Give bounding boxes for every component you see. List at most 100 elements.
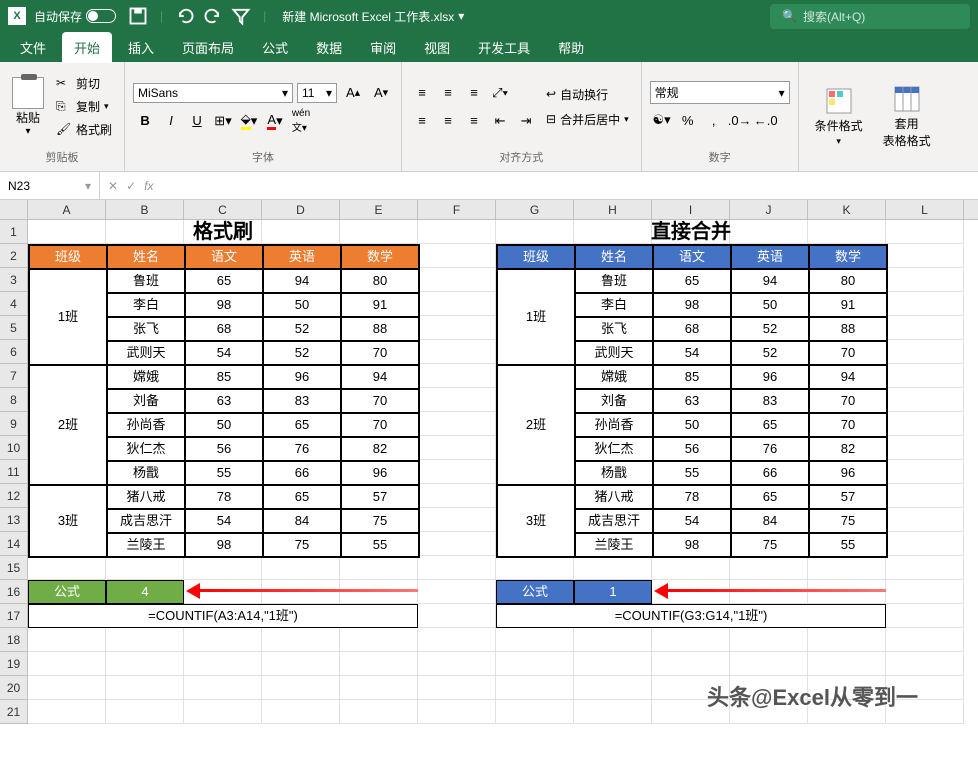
row-header-15[interactable]: 15	[0, 556, 27, 580]
menu-tab-文件[interactable]: 文件	[8, 32, 58, 63]
data-cell[interactable]: 98	[653, 533, 731, 557]
cell[interactable]	[418, 532, 496, 556]
cell[interactable]	[106, 652, 184, 676]
cell[interactable]	[886, 316, 964, 340]
data-cell[interactable]: 54	[185, 509, 263, 533]
data-cell[interactable]: 78	[185, 485, 263, 509]
data-cell[interactable]: 66	[731, 461, 809, 485]
align-right-icon[interactable]: ≡	[462, 109, 486, 133]
cell[interactable]	[886, 652, 964, 676]
data-cell[interactable]: 刘备	[575, 389, 653, 413]
data-cell[interactable]: 刘备	[107, 389, 185, 413]
merged-class-cell[interactable]: 2班	[497, 365, 575, 485]
cut-button[interactable]: ✂剪切	[52, 73, 116, 94]
increase-font-icon[interactable]: A▴	[341, 81, 365, 105]
confirm-formula-icon[interactable]: ✓	[126, 179, 136, 193]
menu-tab-数据[interactable]: 数据	[304, 32, 354, 63]
row-header-6[interactable]: 6	[0, 340, 27, 364]
data-cell[interactable]: 68	[185, 317, 263, 341]
data-cell[interactable]: 91	[809, 293, 887, 317]
cell[interactable]	[418, 628, 496, 652]
cell[interactable]	[418, 676, 496, 700]
data-cell[interactable]: 98	[653, 293, 731, 317]
data-cell[interactable]: 57	[809, 485, 887, 509]
cell[interactable]	[28, 676, 106, 700]
row-header-12[interactable]: 12	[0, 484, 27, 508]
cell[interactable]	[28, 556, 106, 580]
data-cell[interactable]: 75	[731, 533, 809, 557]
data-cell[interactable]: 63	[653, 389, 731, 413]
row-header-17[interactable]: 17	[0, 604, 27, 628]
merged-class-cell[interactable]: 3班	[497, 485, 575, 557]
data-cell[interactable]: 55	[185, 461, 263, 485]
table-header[interactable]: 班级	[29, 245, 107, 269]
cell[interactable]	[496, 652, 574, 676]
autosave-toggle[interactable]: 自动保存	[34, 8, 116, 25]
data-cell[interactable]: 94	[809, 365, 887, 389]
data-cell[interactable]: 84	[731, 509, 809, 533]
table-header[interactable]: 英语	[263, 245, 341, 269]
table-header[interactable]: 班级	[497, 245, 575, 269]
cell[interactable]	[340, 676, 418, 700]
cell[interactable]	[262, 628, 340, 652]
font-name-combo[interactable]: MiSans▾	[133, 83, 293, 103]
cell[interactable]	[886, 388, 964, 412]
data-cell[interactable]: 55	[653, 461, 731, 485]
data-cell[interactable]: 鲁班	[575, 269, 653, 293]
data-cell[interactable]: 嫦娥	[575, 365, 653, 389]
data-cell[interactable]: 鲁班	[107, 269, 185, 293]
data-cell[interactable]: 70	[341, 389, 419, 413]
data-cell[interactable]: 55	[809, 533, 887, 557]
cell[interactable]	[340, 556, 418, 580]
table-header[interactable]: 数学	[341, 245, 419, 269]
cell[interactable]	[106, 556, 184, 580]
cell[interactable]	[730, 556, 808, 580]
formula-result-cell[interactable]: 1	[574, 580, 652, 604]
select-all-corner[interactable]	[0, 200, 28, 219]
row-header-8[interactable]: 8	[0, 388, 27, 412]
menu-tab-审阅[interactable]: 审阅	[358, 32, 408, 63]
row-header-20[interactable]: 20	[0, 676, 27, 700]
cell[interactable]	[418, 436, 496, 460]
row-header-16[interactable]: 16	[0, 580, 27, 604]
data-cell[interactable]: 李白	[107, 293, 185, 317]
data-cell[interactable]: 65	[263, 413, 341, 437]
menu-tab-视图[interactable]: 视图	[412, 32, 462, 63]
data-cell[interactable]: 75	[809, 509, 887, 533]
col-header-B[interactable]: B	[106, 200, 184, 219]
cell[interactable]	[340, 628, 418, 652]
comma-icon[interactable]: ,	[702, 108, 726, 132]
table-header[interactable]: 语文	[653, 245, 731, 269]
data-cell[interactable]: 猪八戒	[107, 485, 185, 509]
data-cell[interactable]: 54	[653, 509, 731, 533]
name-box[interactable]: N23 ▾	[0, 172, 100, 199]
col-header-A[interactable]: A	[28, 200, 106, 219]
copy-button[interactable]: ⎘复制▾	[52, 96, 116, 117]
cell[interactable]	[418, 412, 496, 436]
cell[interactable]	[886, 508, 964, 532]
cell[interactable]	[886, 484, 964, 508]
data-cell[interactable]: 张飞	[575, 317, 653, 341]
cell[interactable]	[652, 556, 730, 580]
data-cell[interactable]: 85	[653, 365, 731, 389]
col-header-D[interactable]: D	[262, 200, 340, 219]
conditional-format-button[interactable]: 条件格式 ▾	[807, 83, 871, 151]
search-box[interactable]: 🔍 搜索(Alt+Q)	[770, 4, 970, 29]
data-cell[interactable]: 张飞	[107, 317, 185, 341]
cell[interactable]	[574, 556, 652, 580]
data-cell[interactable]: 杨戬	[575, 461, 653, 485]
cells-area[interactable]: 格式刷 直接合并 班级姓名语文英语数学1班鲁班659480李白985091张飞6…	[28, 220, 978, 724]
cell[interactable]	[262, 652, 340, 676]
data-cell[interactable]: 52	[263, 341, 341, 365]
data-cell[interactable]: 兰陵王	[575, 533, 653, 557]
decrease-decimal-icon[interactable]: ←.0	[754, 108, 778, 132]
data-cell[interactable]: 68	[653, 317, 731, 341]
cell[interactable]	[418, 364, 496, 388]
data-cell[interactable]: 70	[809, 413, 887, 437]
fill-color-button[interactable]: ⬙▾	[237, 109, 261, 133]
data-cell[interactable]: 65	[653, 269, 731, 293]
data-cell[interactable]: 75	[263, 533, 341, 557]
cell[interactable]	[418, 316, 496, 340]
table-header[interactable]: 姓名	[107, 245, 185, 269]
menu-tab-开发工具[interactable]: 开发工具	[466, 32, 542, 63]
